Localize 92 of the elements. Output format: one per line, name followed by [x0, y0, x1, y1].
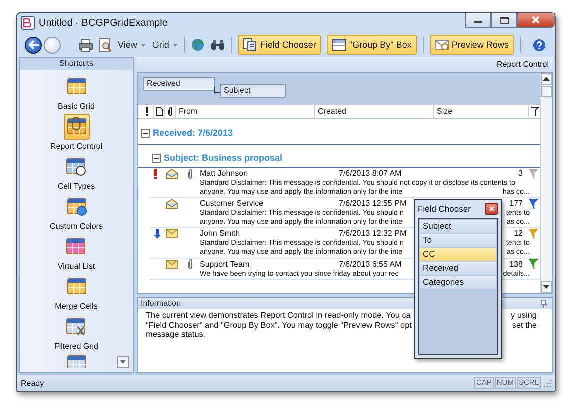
- binoculars-icon[interactable]: [211, 39, 226, 51]
- column-header[interactable]: Created: [314, 105, 433, 118]
- paperclip-icon: [168, 107, 172, 116]
- grid-icon: [66, 197, 86, 217]
- sender-name: John Smith: [200, 229, 240, 238]
- help-icon[interactable]: [532, 38, 546, 52]
- resize-grip-icon[interactable]: [544, 379, 552, 387]
- minimize-button[interactable]: [465, 13, 491, 28]
- close-button[interactable]: [485, 203, 498, 215]
- connector-line: [214, 87, 220, 93]
- scrollbar[interactable]: [540, 73, 552, 293]
- info-text: The current view demonstrates Report Control in read-only mode. You ca: [146, 311, 411, 320]
- grid-icon: [66, 354, 86, 368]
- dropdown-button[interactable]: Grid: [152, 40, 178, 50]
- magnifier-page-icon[interactable]: [99, 38, 112, 52]
- size-cell-text: 138: [508, 260, 524, 269]
- date-cell: 7/6/2013 8:07 AM: [339, 169, 402, 178]
- back-arrow-icon: [28, 40, 40, 50]
- pin-icon[interactable]: [541, 300, 547, 308]
- envelope-magnifier-icon: [434, 38, 449, 52]
- preview-rows-button[interactable]: Preview Rows: [430, 35, 514, 55]
- field-item[interactable]: To: [420, 234, 496, 247]
- close-icon: [532, 16, 540, 24]
- close-button[interactable]: [517, 13, 555, 28]
- group-by-chip[interactable]: Subject: [220, 84, 286, 98]
- panel-title: Information: [141, 299, 182, 308]
- dropdown-button[interactable]: View: [118, 40, 146, 50]
- box-icon: [332, 38, 346, 52]
- date-cell: 7/6/2013 12:55 PM: [339, 199, 407, 208]
- column-header[interactable]: [164, 105, 175, 118]
- exclamation-icon: [146, 107, 149, 116]
- grid-icon: [66, 77, 86, 97]
- sender-name: Matt Johnson: [200, 169, 248, 178]
- scroll-up-button[interactable]: [541, 73, 552, 85]
- grid-icon: [66, 317, 86, 337]
- caret-icon: [543, 77, 550, 81]
- field-item[interactable]: Subject: [420, 220, 496, 233]
- info-text: set the: [512, 320, 537, 330]
- sender-name: Customer Service: [200, 199, 264, 208]
- grid-icon: [66, 277, 86, 297]
- maximize-icon: [500, 16, 508, 24]
- group-header: Received: 7/6/2013: [153, 128, 234, 138]
- grid-icon: [66, 117, 86, 137]
- info-text: "Field Chooser" and "Group By Box". You may toggle "Preview Rows" opt: [146, 320, 412, 330]
- column-header[interactable]: From: [175, 105, 314, 118]
- scroll-down-button[interactable]: [117, 356, 129, 368]
- caret-icon: [543, 285, 550, 289]
- collapse-icon[interactable]: [152, 154, 161, 162]
- panel-title: Report Control: [496, 60, 549, 69]
- field-item[interactable]: CC: [420, 248, 496, 261]
- shortcut-item[interactable]: Merge Cells: [55, 274, 98, 313]
- shortcut-item[interactable]: Filtered Grid: [54, 314, 98, 353]
- shortcut-item[interactable]: Cell Types: [58, 154, 96, 193]
- column-header[interactable]: [153, 105, 164, 118]
- column-header[interactable]: Size: [433, 105, 528, 118]
- info-text: y using: [511, 311, 537, 320]
- window-title: Untitled - BCGPGridExample: [39, 18, 168, 28]
- caret-icon: [141, 44, 146, 46]
- size-cell-text: 12: [513, 229, 524, 238]
- maximize-button[interactable]: [491, 13, 517, 28]
- shortcut-item[interactable]: Virtual List: [58, 234, 96, 273]
- scroll-thumb[interactable]: [541, 86, 552, 97]
- status-text: Ready: [21, 378, 44, 388]
- shortcut-item[interactable]: Report Control: [50, 114, 103, 153]
- windows-icon: [243, 38, 258, 52]
- close-icon: [488, 206, 494, 212]
- printer-icon[interactable]: [79, 38, 93, 52]
- caret-icon: [120, 360, 126, 364]
- sidebar-title: Shortcuts: [20, 58, 133, 70]
- sender-name: Support Team: [200, 260, 250, 269]
- shortcut-item[interactable]: Basic Grid: [58, 74, 95, 113]
- group-by-box-button[interactable]: "Group By" Box: [327, 35, 417, 55]
- globe-icon[interactable]: [191, 38, 206, 52]
- date-cell: 7/6/2013 6:55 AM: [339, 260, 402, 269]
- scroll-down-button[interactable]: [541, 281, 552, 293]
- app-icon: [21, 16, 35, 30]
- size-cell-text: 177: [508, 199, 524, 208]
- info-text: message status.: [146, 330, 206, 340]
- window-title: Field Chooser: [418, 204, 471, 214]
- group-by-chip[interactable]: Received: [143, 77, 215, 91]
- grid-icon: [66, 157, 86, 177]
- field-item[interactable]: Received: [420, 262, 496, 275]
- collapse-icon[interactable]: [141, 128, 150, 138]
- caret-icon: [173, 44, 178, 46]
- field-chooser-button[interactable]: Field Chooser: [238, 35, 322, 55]
- back-button[interactable]: [25, 36, 42, 54]
- size-cell-text: 3: [518, 169, 524, 178]
- field-item[interactable]: Categories: [420, 276, 496, 289]
- group-header: Subject: Business proposal: [164, 153, 283, 163]
- shortcut-item[interactable]: Custom Colors: [50, 194, 103, 233]
- grid-icon: [66, 237, 86, 257]
- date-cell: 7/6/2013 12:32 PM: [339, 229, 407, 238]
